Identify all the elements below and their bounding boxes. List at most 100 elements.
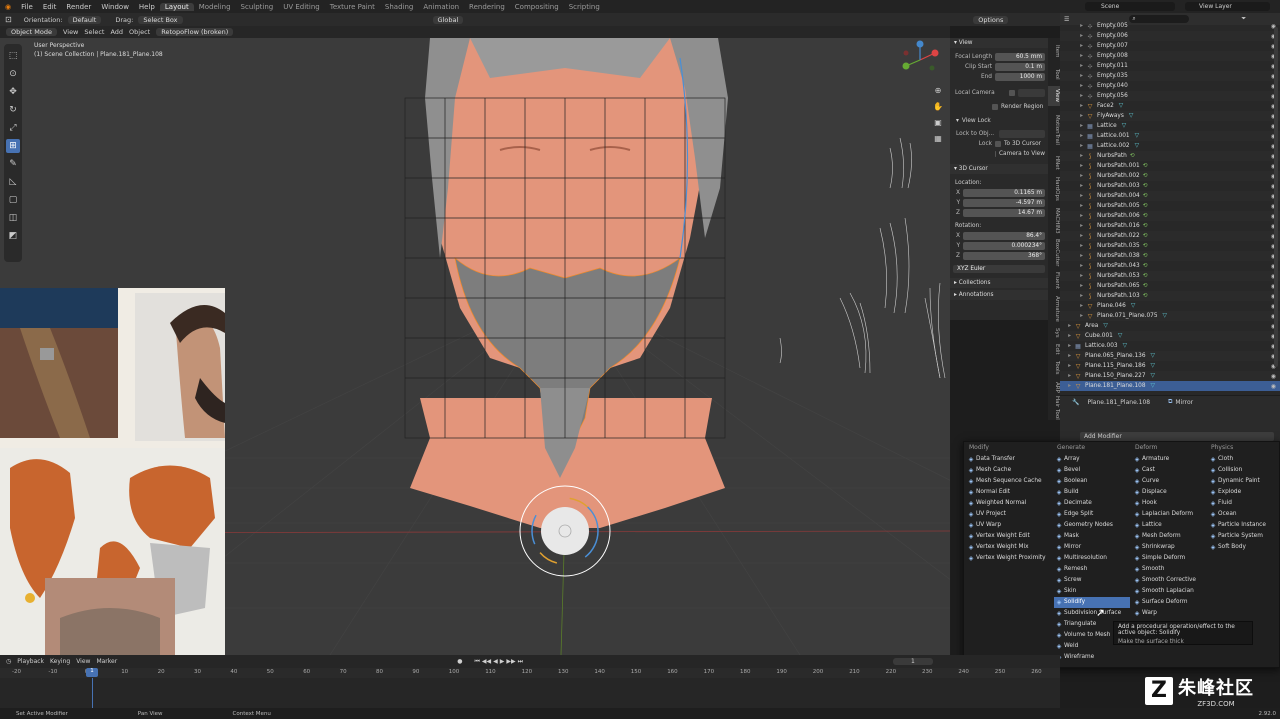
modifier-menu-item[interactable]: ◈ Decimate <box>1054 498 1130 509</box>
modifier-menu-item[interactable]: ◈ Cast <box>1132 465 1208 476</box>
timeline-ruler[interactable]: -20-100102030405060708090100110120130140… <box>0 668 1060 678</box>
modifier-menu-item[interactable]: ◈ Curve <box>1132 476 1208 487</box>
object-data-icon[interactable]: ⟲ <box>1143 253 1148 259</box>
expand-arrow-icon[interactable]: ▸ <box>1060 23 1086 29</box>
tab-texture-paint[interactable]: Texture Paint <box>325 3 380 11</box>
modifier-menu-item[interactable]: ◈ Particle Instance <box>1208 520 1278 531</box>
outliner-item[interactable]: ▸⟆NurbsPath.065⟲◉ <box>1060 281 1280 291</box>
collections-section-header[interactable]: ▸ Collections <box>950 278 1048 288</box>
expand-arrow-icon[interactable]: ▸ <box>1060 363 1074 369</box>
modifier-menu-item[interactable]: ◈ UV Warp <box>966 520 1052 531</box>
outliner-item[interactable]: ▸⟆NurbsPath.005⟲◉ <box>1060 201 1280 211</box>
camera-to-view-checkbox[interactable] <box>995 151 996 157</box>
current-frame-field[interactable]: 1 <box>892 658 933 665</box>
tab-shading[interactable]: Shading <box>380 3 418 11</box>
visibility-eye-icon[interactable]: ◉ <box>1271 383 1276 390</box>
cursor-tool-icon[interactable]: ⊙ <box>6 67 20 81</box>
outliner-item[interactable]: ▸ ▽ Plane.150_Plane.227 ▽ ◉ <box>1060 371 1280 381</box>
modifier-menu-item[interactable]: ◈ Screw <box>1054 575 1130 586</box>
object-data-icon[interactable]: ⟲ <box>1143 293 1148 299</box>
outliner-item[interactable]: ▸▽Plane.046▽◉ <box>1060 301 1280 311</box>
modifier-menu-item[interactable]: ◈ Mesh Cache <box>966 465 1052 476</box>
outliner-item[interactable]: ▸⟆NurbsPath.016⟲◉ <box>1060 221 1280 231</box>
tab-scripting[interactable]: Scripting <box>564 3 605 11</box>
outliner-scrollbar[interactable] <box>1274 27 1278 367</box>
cursor-location-y[interactable]: -4.597 m <box>963 199 1045 207</box>
annotations-section-header[interactable]: ▸ Annotations <box>950 290 1048 300</box>
modifier-menu-item[interactable]: ◈Wireframe <box>1054 652 1130 663</box>
outliner-item[interactable]: ▸▽Plane.115_Plane.186▽◉ <box>1060 361 1280 371</box>
menu-window[interactable]: Window <box>96 3 134 11</box>
expand-arrow-icon[interactable]: ▸ <box>1060 123 1086 129</box>
extra-tool-2-icon[interactable]: ◩ <box>6 229 20 243</box>
menu-view[interactable]: View <box>63 28 78 36</box>
modifier-menu-item[interactable]: ◈ Data Transfer <box>966 454 1052 465</box>
tool-icon[interactable]: ⊡ <box>5 15 12 24</box>
menu-object[interactable]: Object <box>129 28 150 36</box>
jump-start-icon[interactable]: ⏮ <box>474 658 479 666</box>
outliner-item[interactable]: ▸⊹Empty.007◉ <box>1060 41 1280 51</box>
mode-dropdown[interactable]: Object Mode <box>6 28 57 36</box>
modifier-menu-item[interactable]: ◈ Smooth Laplacian <box>1132 586 1208 597</box>
outliner-item[interactable]: ▸⟆NurbsPath.103⟲◉ <box>1060 291 1280 301</box>
object-data-icon[interactable]: ▽ <box>1131 303 1135 309</box>
modifier-menu-item[interactable]: ◈ Simple Deform <box>1132 553 1208 564</box>
outliner-item[interactable]: ▸⟆NurbsPath.001⟲◉ <box>1060 161 1280 171</box>
outliner-item[interactable]: ▸⟆NurbsPath.038⟲◉ <box>1060 251 1280 261</box>
outliner-item[interactable]: ▸▽Face2▽◉ <box>1060 101 1280 111</box>
object-data-icon[interactable]: ▽ <box>1163 313 1167 319</box>
outliner-item[interactable]: ▸▦Lattice.001▽◉ <box>1060 131 1280 141</box>
add-cube-tool-icon[interactable]: ▢ <box>6 193 20 207</box>
playhead[interactable]: 1 <box>86 668 98 677</box>
marker-menu[interactable]: Marker <box>96 658 117 665</box>
modifier-menu-item[interactable]: ◈ Vertex Weight Edit <box>966 531 1052 542</box>
cursor-location-z[interactable]: 14.67 m <box>963 209 1045 217</box>
expand-arrow-icon[interactable]: ▸ <box>1060 293 1086 299</box>
scale-tool-icon[interactable]: ⤢ <box>6 121 20 135</box>
expand-arrow-icon[interactable]: ▸ <box>1060 303 1086 309</box>
expand-arrow-icon[interactable]: ▸ <box>1060 273 1086 279</box>
object-data-icon[interactable]: ⟲ <box>1143 163 1148 169</box>
modifier-menu-item[interactable]: ◈ Smooth Corrective <box>1132 575 1208 586</box>
expand-arrow-icon[interactable]: ▸ <box>1060 223 1086 229</box>
clip-start-field[interactable]: 0.1 m <box>995 63 1045 71</box>
3d-viewport[interactable]: User Perspective (1) Scene Collection | … <box>0 38 950 655</box>
object-data-icon[interactable]: ⟲ <box>1143 223 1148 229</box>
expand-arrow-icon[interactable]: ▸ <box>1060 53 1086 59</box>
outliner-item[interactable]: ▸⟆NurbsPath.053⟲◉ <box>1060 271 1280 281</box>
object-data-icon[interactable]: ▽ <box>1135 143 1139 149</box>
retopoflow-menu[interactable]: RetopoFlow (broken) <box>156 28 234 36</box>
object-data-icon[interactable]: ▽ <box>1151 353 1155 359</box>
tab-tool[interactable]: Tool <box>1048 64 1060 84</box>
modifier-menu-item[interactable]: ◈ Mesh Sequence Cache <box>966 476 1052 487</box>
expand-arrow-icon[interactable]: ▸ <box>1060 33 1086 39</box>
keying-menu[interactable]: Keying <box>50 658 70 665</box>
tab-arp[interactable]: ARP <box>1048 380 1060 394</box>
camera-view-icon[interactable]: ▣ <box>932 115 944 131</box>
drag-dropdown[interactable]: Select Box <box>138 15 183 24</box>
orientation-dropdown[interactable]: Default <box>67 15 102 24</box>
tab-compositing[interactable]: Compositing <box>510 3 564 11</box>
expand-arrow-icon[interactable]: ▸ <box>1060 233 1086 239</box>
expand-arrow-icon[interactable]: ▸ <box>1060 193 1086 199</box>
tab-motiontrail[interactable]: MotionTrail <box>1048 108 1060 152</box>
cursor-rotation-y[interactable]: 0.000234° <box>963 242 1045 250</box>
outliner-item[interactable]: ▸▦Lattice.003▽◉ <box>1060 341 1280 351</box>
object-data-icon[interactable]: ▽ <box>1118 333 1122 339</box>
outliner-item[interactable]: ▸▽Plane.065_Plane.136▽◉ <box>1060 351 1280 361</box>
outliner-item[interactable]: ▸⊹Empty.040◉ <box>1060 81 1280 91</box>
expand-arrow-icon[interactable]: ▸ <box>1060 343 1074 349</box>
modifier-menu-item[interactable]: ◈ Remesh <box>1054 564 1130 575</box>
object-data-icon[interactable]: ▽ <box>1135 133 1139 139</box>
modifier-menu-item[interactable]: ◈ Fluid <box>1208 498 1278 509</box>
expand-arrow-icon[interactable]: ▸ <box>1060 203 1086 209</box>
scene-selector[interactable]: Scene <box>1085 2 1175 11</box>
object-data-icon[interactable]: ▽ <box>1129 113 1133 119</box>
menu-help[interactable]: Help <box>134 3 160 11</box>
outliner-item[interactable]: ▸▽Area▽◉ <box>1060 321 1280 331</box>
expand-arrow-icon[interactable]: ▸ <box>1060 73 1086 79</box>
object-data-icon[interactable]: ⟲ <box>1143 283 1148 289</box>
measure-tool-icon[interactable]: ◺ <box>6 175 20 189</box>
wrench-icon[interactable]: 🔧 <box>1072 399 1079 406</box>
outliner-item[interactable]: ▸⟆NurbsPath.043⟲◉ <box>1060 261 1280 271</box>
